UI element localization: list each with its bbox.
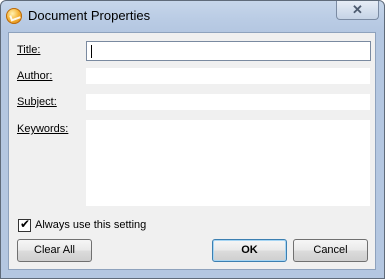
- author-label: Author:: [17, 70, 53, 82]
- author-field[interactable]: [85, 67, 371, 85]
- cancel-button[interactable]: Cancel: [293, 239, 368, 262]
- dialog-body: Title: Author: Subject: Keywords: ✔ Alwa…: [8, 32, 376, 270]
- text-caret: [91, 45, 92, 58]
- title-field[interactable]: [86, 41, 371, 61]
- ok-button[interactable]: OK: [212, 239, 287, 262]
- checkmark-icon: ✔: [20, 217, 31, 231]
- keywords-label: Keywords:: [17, 123, 69, 135]
- keywords-field[interactable]: [85, 119, 371, 207]
- close-icon: ✕: [352, 2, 363, 17]
- always-use-checkbox[interactable]: ✔: [18, 217, 31, 232]
- subject-field[interactable]: [85, 93, 371, 111]
- document-properties-dialog: Document Properties ✕ Title: Author: Sub…: [0, 0, 385, 279]
- title-label: Title:: [17, 44, 41, 56]
- app-icon: [6, 8, 22, 24]
- close-button[interactable]: ✕: [336, 1, 379, 20]
- always-use-label[interactable]: Always use this setting: [35, 219, 146, 231]
- dialog-title: Document Properties: [28, 8, 151, 23]
- subject-label: Subject:: [17, 96, 57, 108]
- clear-all-button[interactable]: Clear All: [17, 239, 92, 262]
- title-bar[interactable]: Document Properties ✕: [1, 1, 384, 32]
